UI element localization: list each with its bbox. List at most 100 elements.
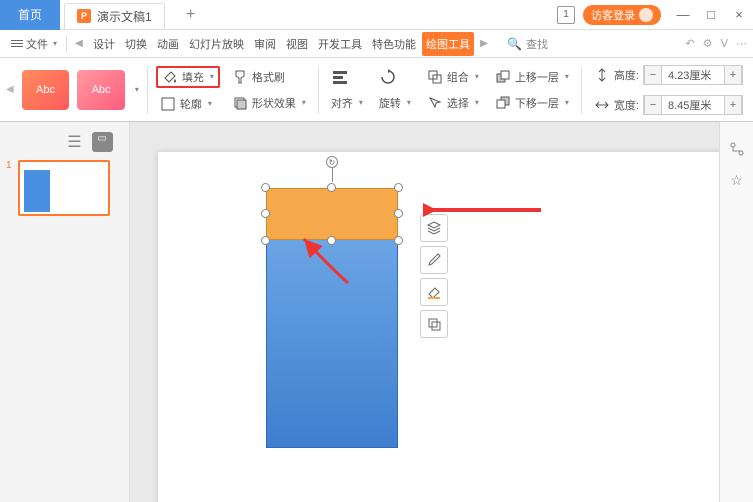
avatar-icon (639, 8, 653, 22)
slide-thumbnail-1[interactable] (18, 160, 110, 216)
menu-devtools[interactable]: 开发工具 (314, 32, 366, 56)
menu-transition[interactable]: 切换 (121, 32, 151, 56)
select-icon (427, 95, 443, 111)
send-backward-label: 下移一层 (515, 95, 559, 111)
settings-button[interactable]: ⚙ (703, 37, 713, 50)
height-icon (594, 67, 610, 83)
format-painter-button[interactable]: 格式刷 (228, 67, 310, 87)
shape-style-preset-a[interactable]: Abc (22, 70, 70, 110)
shape-effects-button[interactable]: 形状效果 ▾ (228, 93, 310, 113)
home-tab[interactable]: 首页 (0, 0, 60, 30)
slide-number: 1 (6, 160, 14, 216)
resize-handle-bottom[interactable] (327, 236, 336, 245)
rotation-handle[interactable]: ↻ (326, 156, 338, 168)
resize-handle-left[interactable] (261, 209, 270, 218)
separator (66, 36, 67, 52)
search-box[interactable]: 🔍 查找 (500, 33, 555, 55)
slide-panel: ☰ ▭ 1 (0, 122, 130, 502)
thumbnail-view-button[interactable]: ▭ (92, 132, 113, 152)
login-label: 访客登录 (591, 7, 635, 23)
height-label: 高度: (614, 67, 639, 83)
ribbon-scroll-left[interactable]: ◀ (6, 84, 14, 95)
menu-features[interactable]: 特色功能 (368, 32, 420, 56)
menu-slideshow[interactable]: 幻灯片放映 (185, 32, 248, 56)
close-button[interactable]: × (725, 1, 753, 29)
context-eyedropper-button[interactable] (420, 246, 448, 274)
right-settings-button[interactable] (728, 140, 746, 158)
chevron-down-icon: ▾ (565, 72, 569, 81)
resize-handle-right[interactable] (394, 209, 403, 218)
file-menu[interactable]: 文件 ▾ (6, 33, 62, 55)
format-painter-label: 格式刷 (252, 69, 285, 85)
resize-handle-bottom-right[interactable] (394, 236, 403, 245)
search-icon: 🔍 (507, 37, 522, 51)
rotation-connector (332, 166, 333, 182)
send-backward-icon (495, 95, 511, 111)
chevron-down-icon: ▾ (53, 39, 57, 48)
chevron-down-icon: ▾ (475, 72, 479, 81)
group-icon (427, 69, 443, 85)
context-fill-button[interactable] (420, 278, 448, 306)
resize-handle-bottom-left[interactable] (261, 236, 270, 245)
menu-design[interactable]: 设计 (89, 32, 119, 56)
nav-prev-button[interactable]: ◀ (71, 36, 87, 52)
new-tab-button[interactable]: + (177, 1, 205, 29)
menu-view[interactable]: 视图 (282, 32, 312, 56)
hamburger-icon (11, 40, 23, 47)
height-value-input[interactable]: 4.23厘米 (662, 67, 724, 83)
context-copy-button[interactable] (420, 310, 448, 338)
height-row: 高度: − 4.23厘米 + (590, 63, 747, 87)
context-layers-button[interactable] (420, 214, 448, 242)
send-backward-button[interactable]: 下移一层 ▾ (491, 93, 573, 113)
guest-login-button[interactable]: 访客登录 (583, 5, 661, 25)
undo-button[interactable]: ↶ (685, 37, 694, 50)
nav-next-button[interactable]: ▶ (476, 36, 492, 52)
canvas-area[interactable]: ↻ (130, 122, 719, 502)
minimize-button[interactable]: — (669, 1, 697, 29)
more-button[interactable]: ⋯ (736, 37, 747, 50)
width-value-input[interactable]: 8.45厘米 (662, 97, 724, 113)
resize-handle-top-right[interactable] (394, 183, 403, 192)
align-label: 对齐 (331, 95, 353, 111)
resize-handle-top-left[interactable] (261, 183, 270, 192)
bring-forward-icon (495, 69, 511, 85)
menu-review[interactable]: 审阅 (250, 32, 280, 56)
window-index-indicator[interactable]: 1 (557, 6, 575, 24)
document-tab[interactable]: P 演示文稿1 (64, 3, 165, 29)
select-button[interactable]: 选择 ▾ (423, 93, 483, 113)
collapse-ribbon-button[interactable]: ᐯ (720, 37, 728, 50)
fill-button[interactable]: 填充 ▾ (156, 66, 220, 88)
style-gallery-dropdown[interactable]: ▾ (135, 85, 139, 94)
rotate-dropdown[interactable]: 旋转 ▾ (375, 93, 415, 113)
chevron-down-icon: ▾ (208, 99, 212, 108)
workspace: ☰ ▭ 1 ↻ (0, 122, 753, 502)
ribbon-toolbar: ◀ Abc Abc ▾ 填充 ▾ 轮廓 ▾ 格式刷 (0, 58, 753, 122)
resize-handle-top[interactable] (327, 183, 336, 192)
maximize-button[interactable]: □ (697, 1, 725, 29)
outline-label: 轮廓 (180, 96, 202, 112)
chevron-down-icon: ▾ (565, 98, 569, 107)
shape-blue-rectangle[interactable] (266, 220, 398, 448)
outline-view-button[interactable]: ☰ (67, 132, 81, 152)
shape-selected-orange-rectangle[interactable]: ↻ (262, 184, 402, 244)
slide-thumbnail-row: 1 (6, 160, 123, 216)
menu-drawing-tools[interactable]: 绘图工具 (422, 32, 474, 56)
align-dropdown[interactable]: 对齐 ▾ (327, 93, 367, 113)
align-button[interactable] (327, 67, 367, 87)
chevron-down-icon: ▾ (359, 98, 363, 107)
paint-bucket-icon (162, 69, 178, 85)
group-button[interactable]: 组合 ▾ (423, 67, 483, 87)
height-decrease-button[interactable]: − (644, 66, 662, 84)
width-increase-button[interactable]: + (724, 96, 742, 114)
group-label: 组合 (447, 69, 469, 85)
rotate-button[interactable] (375, 67, 415, 87)
width-decrease-button[interactable]: − (644, 96, 662, 114)
chevron-down-icon: ▾ (302, 98, 306, 107)
bring-forward-button[interactable]: 上移一层 ▾ (491, 67, 573, 87)
menu-animation[interactable]: 动画 (153, 32, 183, 56)
outline-button[interactable]: 轮廓 ▾ (156, 94, 220, 114)
shape-style-preset-b[interactable]: Abc (77, 70, 125, 110)
height-increase-button[interactable]: + (724, 66, 742, 84)
separator (147, 66, 148, 114)
right-favorite-button[interactable]: ☆ (730, 172, 743, 189)
